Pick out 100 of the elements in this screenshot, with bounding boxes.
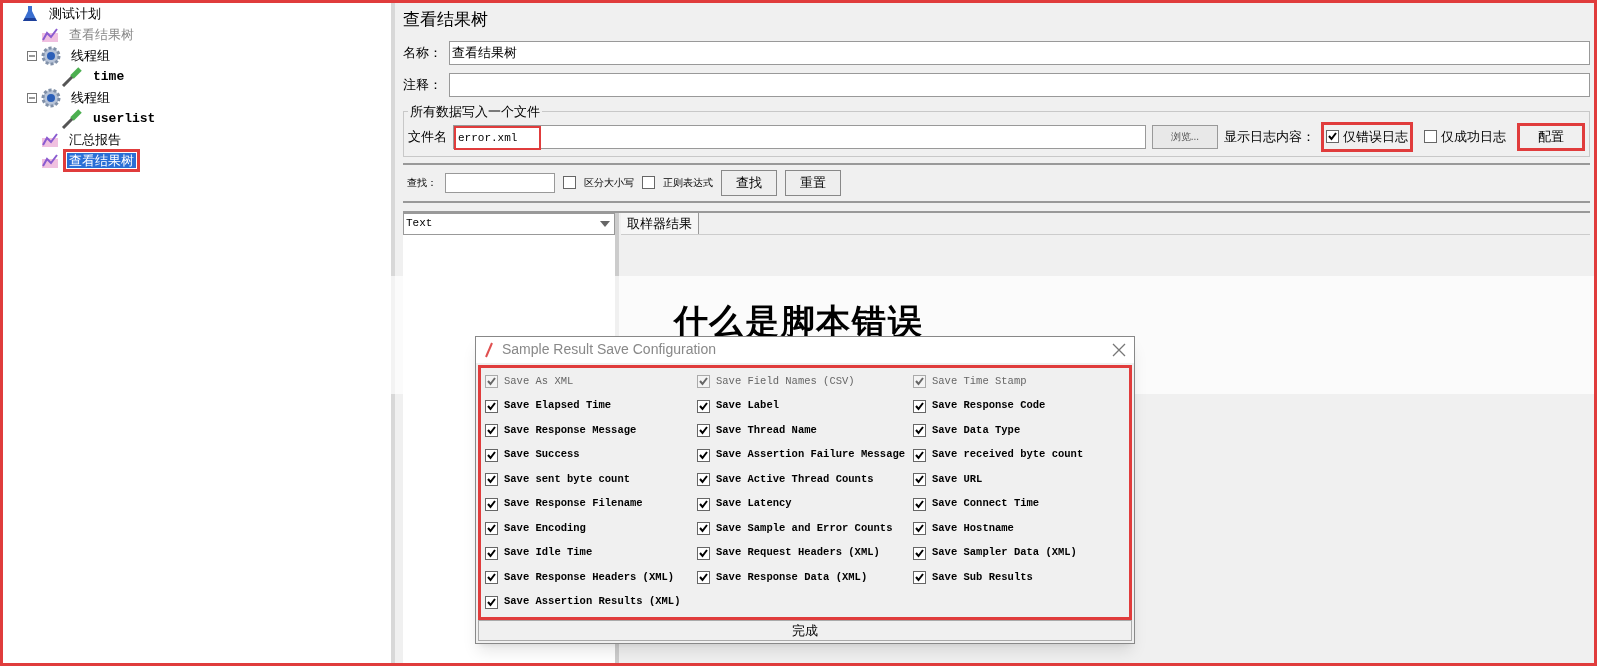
checkbox-label: 正则表达式 [663,176,713,190]
checkbox-label: Save URL [932,471,983,487]
checkbox-label: Save Idle Time [504,545,593,561]
checkbox-label: Save Encoding [504,520,586,536]
pipette-icon [61,108,83,129]
checkbox-label: Save Response Headers (XML) [504,569,675,585]
name-field[interactable]: 查看结果树 [449,41,1590,65]
field-label: 名称： [403,44,443,63]
pipette-icon [61,66,83,87]
checkbox-label: Save Success [504,447,580,463]
checkbox-label: Save Request Headers (XML) [716,545,880,561]
tree-item[interactable]: 汇总报告 [67,132,123,147]
flask-icon [21,4,39,23]
checkbox-label: Save Sub Results [932,569,1033,585]
checkbox-label: Save sent byte count [504,471,631,487]
checkbox-label: Save Time Stamp [932,373,1027,389]
checkbox-label: Save Sampler Data (XML) [932,545,1077,561]
checkbox-label: Save Response Message [504,422,637,438]
renderer-dropdown[interactable]: Text [403,212,615,235]
search-field[interactable] [445,172,555,193]
checkbox[interactable] [697,424,710,438]
chart-icon [41,131,59,148]
checkbox[interactable] [485,399,498,413]
checkbox[interactable] [697,571,710,585]
checkbox[interactable] [563,176,576,189]
gear-icon [41,45,61,66]
checkbox[interactable] [485,571,498,585]
dropdown-caret-icon [598,218,612,229]
checkbox[interactable] [485,448,498,462]
checkbox[interactable] [913,473,926,487]
checkbox[interactable] [485,595,498,609]
checkbox-label: Save Thread Name [716,422,817,438]
checkbox-label: Save Hostname [932,520,1014,536]
checkbox-label: Save Assertion Failure Message [716,447,906,463]
checkbox-label: Save Assertion Results (XML) [504,594,681,610]
checkbox[interactable] [913,546,926,560]
collapse-toggle-icon[interactable] [27,92,37,103]
checkbox[interactable] [913,399,926,413]
tree-item[interactable]: 测试计划 [47,6,103,21]
comment-field[interactable] [449,73,1590,97]
checkbox-label: Save Response Code [932,398,1046,414]
checkbox-label: Save Response Data (XML) [716,569,868,585]
checkbox-label: 仅成功日志 [1441,128,1506,146]
checkbox[interactable] [485,473,498,487]
panel-title: 查看结果树 [403,9,489,31]
tab[interactable]: 取样器结果 [621,212,699,234]
gear-icon [41,87,61,108]
checkbox[interactable] [485,522,498,536]
search-button[interactable]: 重置 [785,169,841,196]
checkbox-label: Save Response Filename [504,496,643,512]
checkbox-label: Save Active Thread Counts [716,471,874,487]
checkbox-label: 区分大小写 [584,176,634,190]
browse-button[interactable]: 浏览... [1151,124,1218,149]
chart-icon [41,26,59,43]
checkbox[interactable] [913,448,926,462]
search-label: 查找： [407,176,437,190]
search-button[interactable]: 查找 [721,169,777,196]
checkbox[interactable] [913,522,926,536]
checkbox[interactable] [485,546,498,560]
field-label: 注释： [403,76,443,95]
checkbox-label: Save Latency [716,496,792,512]
tree-item[interactable]: 线程组 [69,48,112,63]
checkbox[interactable] [1424,130,1437,144]
checkbox[interactable] [485,424,498,438]
checkbox[interactable] [485,497,498,511]
checkbox[interactable] [1326,130,1339,144]
done-button[interactable]: 完成 [478,619,1132,641]
checkbox[interactable] [913,497,926,511]
log-content-label: 显示日志内容： [1224,128,1315,146]
collapse-toggle-icon[interactable] [27,50,37,61]
checkbox-label: Save Connect Time [932,496,1040,512]
checkbox[interactable] [697,522,710,536]
checkbox[interactable] [697,473,710,487]
checkbox[interactable] [913,571,926,585]
filename-field[interactable]: error.xml [453,124,1146,149]
dialog-title: Sample Result Save Configuration [502,340,717,360]
close-icon[interactable] [1112,342,1126,357]
chart-icon [41,152,59,169]
feather-icon [484,341,494,358]
checkbox-label: 仅错误日志 [1343,128,1408,146]
checkbox-label: Save Field Names (CSV) [716,373,855,389]
checkbox[interactable] [697,546,710,560]
checkbox-label: Save Sample and Error Counts [716,520,893,536]
checkbox-label: Save received byte count [932,447,1084,463]
checkbox-label: Save As XML [504,373,574,389]
checkbox[interactable] [913,424,926,438]
checkbox[interactable] [697,497,710,511]
field-label: 文件名 [408,128,447,146]
checkbox[interactable] [697,399,710,413]
tree-item[interactable]: time [91,69,127,84]
config-button[interactable]: 配置 [1517,122,1585,151]
checkbox-label: Save Label [716,398,779,414]
tree-item[interactable]: 查看结果树 [67,153,136,168]
checkbox-label: Save Data Type [932,422,1021,438]
filename-value: error.xml [454,125,542,150]
checkbox-label: Save Elapsed Time [504,398,612,414]
tree-item[interactable]: userlist [91,111,158,126]
tree-item[interactable]: 线程组 [69,90,112,105]
checkbox[interactable] [697,448,710,462]
checkbox[interactable] [642,176,655,189]
